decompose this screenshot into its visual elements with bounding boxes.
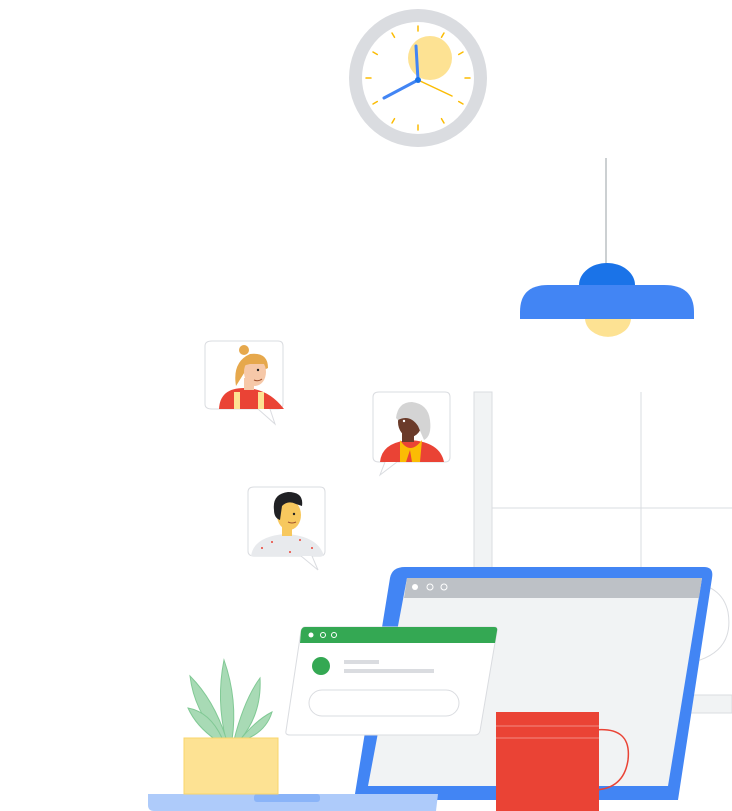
- pendant-lamp-icon: [520, 158, 694, 337]
- chat-bubble-person-woman-elder: [372, 391, 451, 477]
- browser-window-card: [285, 626, 498, 736]
- chat-bubble-person-man-dark-hair: [247, 486, 326, 571]
- chat-bubble-person-woman-blonde: [204, 340, 284, 426]
- desk: [148, 794, 438, 811]
- wall-clock-icon: [349, 9, 487, 147]
- potted-plant-icon: [183, 658, 279, 795]
- workspace-illustration: [148, 9, 732, 811]
- avatar-dot: [312, 657, 330, 675]
